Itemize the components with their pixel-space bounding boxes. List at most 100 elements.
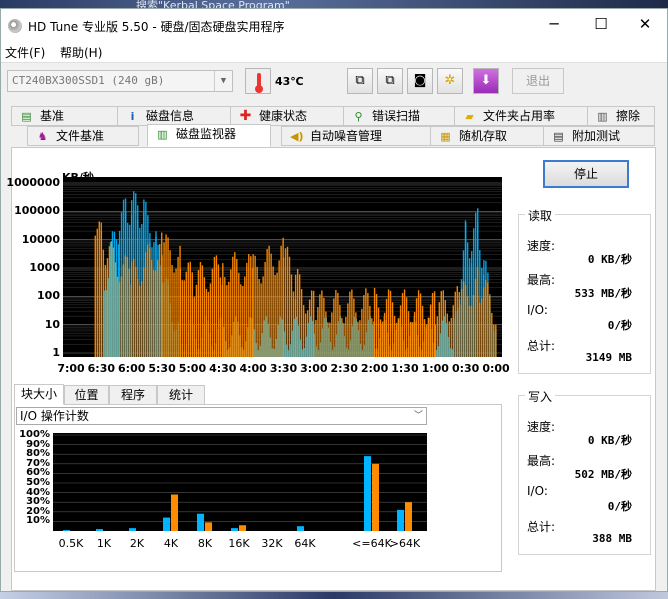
tab-random-access[interactable]: ▦ 随机存取 bbox=[430, 126, 544, 146]
tab-disk-monitor[interactable]: ▥ 磁盘监视器 bbox=[147, 124, 271, 147]
block-size-label: 0.5K bbox=[58, 537, 84, 550]
write-io-label: I/O: bbox=[527, 484, 548, 498]
tab-extra-tests[interactable]: ▤ 附加测试 bbox=[543, 126, 655, 146]
bar-read->64K bbox=[397, 509, 404, 531]
block-size-label: 4K bbox=[163, 537, 179, 550]
window-title: HD Tune 专业版 5.50 - 硬盘/固态硬盘实用程序 bbox=[28, 20, 285, 34]
y-tick-label: 1 bbox=[52, 346, 60, 359]
tab-position[interactable]: 位置 bbox=[64, 385, 109, 405]
tab-disk-info[interactable]: i 磁盘信息 bbox=[117, 106, 231, 126]
bar-read-<=64K bbox=[364, 456, 371, 531]
x-tick-label: 5:30 bbox=[148, 362, 176, 375]
block-size-label: 32K bbox=[261, 537, 283, 550]
io-count-select-value: I/O 操作计数 bbox=[20, 409, 89, 423]
x-tick-label: 2:00 bbox=[360, 362, 389, 375]
random-access-icon: ▦ bbox=[440, 130, 451, 143]
bar-write-8K bbox=[205, 522, 212, 531]
options-icon[interactable]: ✲ bbox=[437, 68, 463, 94]
copy-info-icon[interactable]: ⧉ bbox=[347, 68, 373, 94]
block-size-label: 8K bbox=[197, 537, 213, 550]
title-bar[interactable]: HD Tune 专业版 5.50 - 硬盘/固态硬盘实用程序 ─ ☐ ✕ bbox=[1, 9, 667, 41]
bar-read-0.5K bbox=[63, 530, 70, 531]
health-cross-icon: ✚ bbox=[239, 108, 252, 124]
x-tick-label: 7:00 bbox=[57, 362, 85, 375]
hdtune-app-icon bbox=[8, 19, 22, 33]
tab-statistics[interactable]: 统计 bbox=[157, 385, 205, 405]
tab-file-benchmark[interactable]: ♞ 文件基准 bbox=[27, 126, 139, 146]
stop-button[interactable]: 停止 bbox=[543, 160, 629, 188]
transfer-graph bbox=[63, 177, 502, 357]
block-size-chart bbox=[53, 433, 427, 531]
x-tick-label: 1:30 bbox=[391, 362, 419, 375]
read-total-label: 总计: bbox=[527, 339, 556, 353]
block-size-label: >64K bbox=[389, 537, 421, 550]
menu-bar: 文件(F) 帮助(H) bbox=[1, 41, 667, 63]
toolbar: CT240BX300SSD1 (240 gB) ▼ 43℃ ⧉ ⧉ ◙ ✲ ⬇ … bbox=[1, 64, 667, 104]
tab-erase[interactable]: ▥ 擦除 bbox=[587, 106, 655, 126]
block-size-chart-svg bbox=[53, 434, 427, 531]
minimize-button[interactable]: ─ bbox=[534, 13, 574, 37]
x-tick-label: 3:30 bbox=[269, 362, 298, 375]
y-tick-label: 10 bbox=[44, 317, 60, 331]
transfer-graph-svg bbox=[63, 182, 502, 357]
bar-read-1K bbox=[96, 529, 103, 531]
chevron-down-icon: ﹀ bbox=[413, 411, 423, 421]
bar-write-4K bbox=[171, 494, 178, 531]
drive-select-value: CT240BX300SSD1 (240 gB) bbox=[12, 74, 165, 87]
exit-button[interactable]: 退出 bbox=[512, 68, 564, 94]
copy-all-icon[interactable]: ⧉ bbox=[377, 68, 403, 94]
block-size-label: 2K bbox=[129, 537, 145, 550]
menu-file[interactable]: 文件(F) bbox=[5, 44, 45, 61]
tab-health[interactable]: ✚ 健康状态 bbox=[230, 106, 344, 126]
block-size-label: <=64K bbox=[352, 537, 392, 550]
write-total-value: 388 MB bbox=[592, 532, 632, 545]
bar-read-8K bbox=[197, 513, 204, 531]
write-speed-value: 0 KB/秒 bbox=[587, 434, 632, 447]
download-arrow-icon[interactable]: ⬇ bbox=[473, 68, 499, 94]
read-max-label: 最高: bbox=[527, 273, 556, 287]
background-bottom-strip bbox=[0, 592, 668, 599]
camera-icon[interactable]: ◙ bbox=[407, 68, 433, 94]
tab-program[interactable]: 程序 bbox=[109, 385, 157, 405]
thermometer-icon bbox=[245, 68, 271, 94]
bar-read-2K bbox=[129, 528, 136, 531]
tab-folder-usage[interactable]: ▰ 文件夹占用率 bbox=[454, 106, 588, 126]
tab-error-scan[interactable]: ⚲ 错误扫描 bbox=[343, 106, 455, 126]
write-group-title: 写入 bbox=[525, 388, 556, 405]
bar-read-16K bbox=[231, 528, 238, 531]
info-icon: i bbox=[130, 110, 135, 123]
bar-write->64K bbox=[405, 502, 412, 531]
read-group-title: 读取 bbox=[525, 207, 556, 224]
x-tick-label: 0:00 bbox=[482, 362, 510, 375]
extra-tests-icon: ▤ bbox=[553, 130, 564, 143]
read-speed-label: 速度: bbox=[527, 239, 556, 253]
x-tick-label: 5:00 bbox=[178, 362, 207, 375]
bar-read-4K bbox=[163, 517, 170, 531]
benchmark-icon: ▤ bbox=[21, 110, 32, 123]
write-speed-label: 速度: bbox=[527, 420, 556, 434]
read-max-value: 533 MB/秒 bbox=[574, 287, 632, 300]
tab-aam[interactable]: ◀) 自动噪音管理 bbox=[281, 126, 431, 146]
write-io-value: 0/秒 bbox=[607, 500, 632, 513]
maximize-button[interactable]: ☐ bbox=[581, 13, 621, 37]
tab-benchmark[interactable]: ▤ 基准 bbox=[11, 106, 118, 126]
menu-help[interactable]: 帮助(H) bbox=[60, 44, 102, 61]
y-tick-label: 1000 bbox=[29, 261, 60, 274]
x-tick-label: 3:00 bbox=[300, 362, 328, 375]
x-tick-label: 2:30 bbox=[330, 362, 358, 375]
read-speed-value: 0 KB/秒 bbox=[587, 253, 632, 266]
io-count-select[interactable]: I/O 操作计数 ﹀ bbox=[16, 407, 427, 425]
read-io-value: 0/秒 bbox=[607, 319, 632, 332]
tab-block-size[interactable]: 块大小 bbox=[14, 384, 64, 405]
magnifier-icon: ⚲ bbox=[354, 110, 363, 123]
x-tick-label: 4:30 bbox=[209, 362, 237, 375]
x-tick-label: 6:00 bbox=[118, 362, 146, 375]
write-max-value: 502 MB/秒 bbox=[574, 468, 632, 481]
block-size-label: 1K bbox=[96, 537, 112, 550]
block-size-label: 64K bbox=[294, 537, 316, 550]
read-group: 读取 速度: 0 KB/秒 最高: 533 MB/秒 I/O: 0/秒 总计: … bbox=[518, 207, 651, 374]
bar-write-<=64K bbox=[372, 463, 379, 531]
drive-select[interactable]: CT240BX300SSD1 (240 gB) ▼ bbox=[7, 70, 233, 92]
close-button[interactable]: ✕ bbox=[625, 13, 665, 37]
monitor-chart-icon: ▥ bbox=[157, 128, 168, 141]
